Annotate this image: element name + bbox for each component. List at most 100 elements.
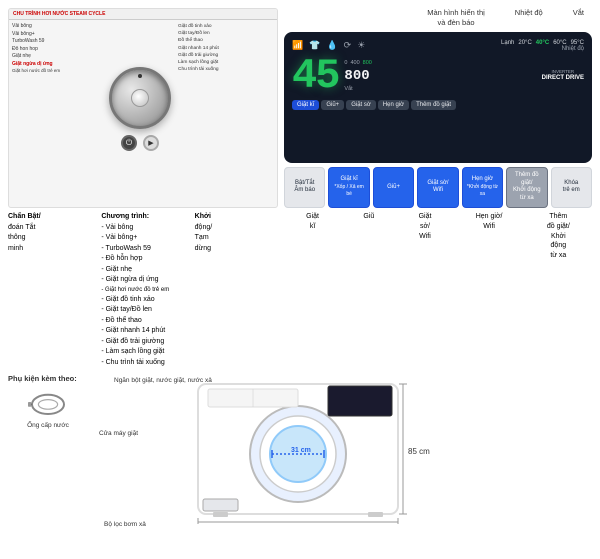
ct-tay-len: - Giặt tay/Đồ len (101, 305, 184, 316)
machine-svg: 31 cm 85 cm 60 cm (94, 374, 592, 524)
accessories-box: Phụ kiện kèm theo: Ống cấp nước (8, 374, 88, 551)
rlbl-giu: Giũ (363, 212, 374, 222)
giat-so-display-btn[interactable]: Giặt sờ (346, 100, 376, 110)
dial-area: ⏻ ▶ (104, 23, 176, 195)
rlbl-hen-gio: Hẹn giờ/Wifi (476, 212, 503, 232)
ct-long-giat: - Làm sạch lồng giặt (101, 347, 184, 358)
ct-tinh-xao: - Giặt đồ tinh xảo (101, 295, 184, 306)
speed-400: 400 (350, 60, 359, 66)
ct-di-ung: - Giặt ngừa dị ứng (101, 275, 184, 286)
play-pause-button[interactable]: ▶ (143, 135, 159, 151)
khoi-dong-title: Khởi (195, 212, 278, 223)
display-header-labels: Màn hình hiển thịvà đèn báo Nhiệt độ Vắt (284, 8, 592, 28)
prog-tinh-xao: Giặt đồ tinh xảo (178, 23, 274, 30)
speed-0: 0 (344, 60, 347, 66)
ct-tai-xuong: - Chu trình tải xuống (101, 358, 184, 369)
svg-text:31 cm: 31 cm (291, 447, 311, 454)
prog-hon-hop: Đô hon hop (12, 46, 102, 54)
temp-values: Lạnh 20°C 40°C 60°C 95°C (501, 40, 584, 46)
prog-di-ung: Giặt ngừa dị ứng (12, 61, 102, 69)
program-list-left: Vải bông Vải bông+ TurboWash 59 Đô hon h… (12, 23, 102, 195)
labels-grid: Chẩn Bật/ đoán Tắt thông minh Chương trì… (8, 212, 278, 368)
power-button[interactable]: ⏻ (121, 135, 137, 151)
water-icon: 💧 (326, 40, 337, 51)
chan-doan-col: Chẩn Bật/ đoán Tắt thông minh (8, 212, 91, 368)
control-panel-diagram: CHU TRÌNH HƠI NƯỚC STEAM CYCLE Vải bông … (8, 8, 278, 208)
prog-turbowash: TurboWash 59 (12, 38, 102, 46)
ct-hon-hop: - Đồ hỗn hợp (101, 254, 184, 265)
power-play-area: ⏻ ▶ (121, 135, 159, 151)
them-do-giat-display-btn[interactable]: Thêm đồ giặt (411, 100, 456, 110)
panel-header: CHU TRÌNH HƠI NƯỚC STEAM CYCLE (9, 9, 277, 20)
prog-trai-giuong: Giặt đồ trải giường (178, 52, 274, 59)
page-container: CHU TRÌNH HƠI NƯỚC STEAM CYCLE Vải bông … (0, 0, 600, 559)
panel-body: Vải bông Vải bông+ TurboWash 59 Đô hon h… (9, 20, 277, 198)
ct-14-phut: - Giặt nhanh 14 phút (101, 326, 184, 337)
hen-gio-main-btn[interactable]: Hẹn giờ*Khởi động từ xa (462, 167, 503, 208)
doan-tat-label: đoán Tắt (8, 223, 91, 234)
right-labels-area: Giặtkĩ Giũ Giặtsở/Wifi Hẹn giờ/Wifi Thêm… (284, 212, 592, 368)
program-dial[interactable] (109, 67, 171, 129)
dry-icon: ☀ (357, 40, 365, 51)
giu-plus-main-btn[interactable]: Giũ+ (373, 167, 414, 208)
temp-20: 20°C (518, 40, 531, 46)
prog-long-giat: Làm sạch lồng giặt (178, 59, 274, 66)
panel-title: CHU TRÌNH HƠI NƯỚC STEAM CYCLE (13, 11, 105, 17)
accessories-title: Phụ kiện kèm theo: (8, 374, 88, 383)
labels-row: Chẩn Bật/ đoán Tắt thông minh Chương trì… (8, 212, 592, 368)
rlbl-them-do: Thêmđồ giặt/Khởiđộngtừ xa (547, 212, 570, 261)
thong-label: thông (8, 233, 91, 244)
chan-doan-label: Chẩn Bật/ (8, 212, 91, 223)
minh-label: minh (8, 244, 91, 255)
ct-giat-nhe: - Giặt nhẹ (101, 265, 184, 276)
status-icons: 📶 👕 💧 ⟳ ☀ (292, 40, 365, 51)
giat-ki-display-btn[interactable]: Giặt kĩ (292, 100, 319, 110)
right-stats-area: 0 400 800 800 Vắt (344, 60, 371, 92)
khoa-tre-em-btn[interactable]: Khóatrẻ em (551, 167, 592, 208)
directdrive-logo: INVERTERDIRECT DRIVE (542, 69, 584, 82)
hen-gio-display-btn[interactable]: Hẹn giờ (378, 100, 409, 110)
chuong-trinh-title: Chương trình: (101, 212, 184, 223)
ct-vai-bong-plus: - Vải bông+ (101, 233, 184, 244)
rlbl-giat-so: Giặtsở/Wifi (419, 212, 432, 241)
speed-active-display: 800 (344, 68, 371, 84)
machine-diagram-area: 31 cm 85 cm 60 cm (94, 374, 592, 551)
giat-ki-main-btn[interactable]: Giặt kĩ*Xốp / Xả em bé (328, 167, 369, 208)
vat-display-label: Vắt (344, 86, 371, 92)
display-main-row: 45 0 400 800 800 Vắt INV (292, 55, 584, 97)
temp-cold: Lạnh (501, 40, 514, 46)
chuong-trinh-col: Chương trình: - Vải bông - Vải bông+ - T… (101, 212, 184, 368)
giu-plus-display-btn[interactable]: Giũ+ (321, 100, 344, 110)
ct-turbowash: - TurboWash 59 (101, 244, 184, 255)
display-top-row: 📶 👕 💧 ⟳ ☀ Lạnh 20°C 40°C 60°C 95°C (292, 40, 584, 52)
wash-icon: 👕 (309, 40, 320, 51)
man-hinh-label: Màn hình hiển thịvà đèn báo (427, 8, 485, 28)
tam-dung-label: Tạm (195, 233, 278, 244)
vat-label: Vắt (573, 8, 584, 28)
them-do-main-btn[interactable]: Thêm đồ giặt/Khởi động từ xa (506, 167, 547, 208)
prog-tai-xuong: Chu trình tải xuống (178, 66, 274, 73)
prog-tre-em: Giặt hơi nước đồ trẻ em (12, 68, 102, 75)
svg-text:85 cm: 85 cm (408, 447, 430, 456)
wifi-icon: 📶 (292, 40, 303, 51)
temp-40: 40°C (536, 40, 549, 46)
prog-giat-nhe: Giặt nhẹ (12, 53, 102, 61)
prog-the-thao: Đồ thể thao (178, 37, 274, 44)
prog-14-phut: Giặt nhanh 14 phút (178, 45, 274, 52)
bo-loc-bom-xa-label: Bộ lọc bơm xả (104, 520, 146, 529)
bat-tat-am-bao-btn[interactable]: Bật/TắtÂm báo (284, 167, 325, 208)
giat-so-main-btn[interactable]: Giặt sờ/Wifi (417, 167, 458, 208)
temp-60: 60°C (553, 40, 566, 46)
ct-tre-em: - Giặt hơi nước đồ trẻ em (101, 286, 184, 295)
ct-trai-giuong: - Giặt đồ trải giường (101, 337, 184, 348)
left-labels-area: Chẩn Bật/ đoán Tắt thông minh Chương trì… (8, 212, 278, 368)
display-mode-buttons: Giặt kĩ Giũ+ Giặt sờ Hẹn giờ Thêm đồ giặ… (292, 100, 584, 110)
speed-800-label: 800 (363, 60, 372, 66)
dung-label: dừng (195, 244, 278, 255)
machine-bottom-section: Phụ kiện kèm theo: Ống cấp nước (8, 374, 592, 551)
program-list-right: Giặt đồ tinh xảo Giặt tay/Đồ len Đồ thể … (178, 23, 274, 195)
ong-cap-nuoc-label: Ống cấp nước (8, 422, 88, 429)
nhiet-do-label: Nhiệt độ (515, 8, 543, 28)
hose-svg (28, 389, 68, 419)
ngan-bot-giat-label: Ngăn bột giặt, nước giặt, nước xả (114, 376, 212, 385)
